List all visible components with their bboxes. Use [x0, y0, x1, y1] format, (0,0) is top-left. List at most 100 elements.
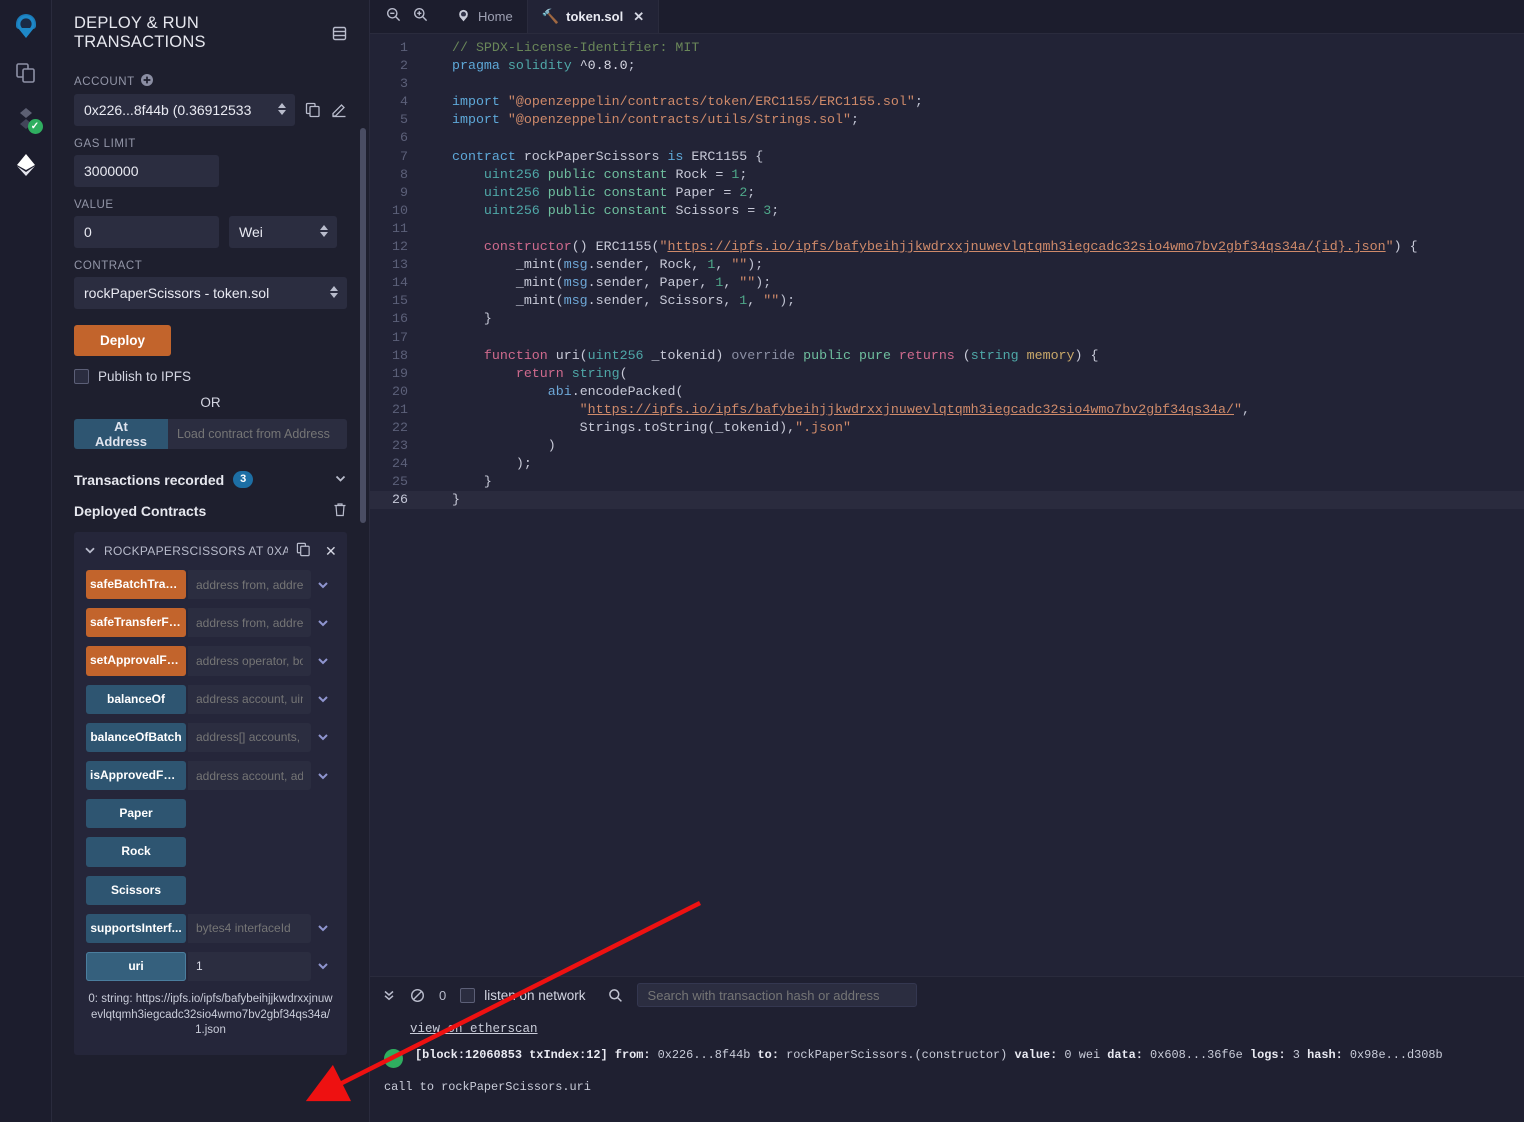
close-icon[interactable]: ✕: [319, 543, 337, 560]
code-line[interactable]: 4import "@openzeppelin/contracts/token/E…: [370, 93, 1524, 111]
code-line[interactable]: 10 uint256 public constant Scissors = 3;: [370, 202, 1524, 220]
code-editor[interactable]: 1// SPDX-License-Identifier: MIT2pragma …: [370, 34, 1524, 976]
function-button-supportsinterf[interactable]: supportsInterf...: [86, 914, 186, 943]
code-line[interactable]: 16 }: [370, 310, 1524, 328]
close-icon[interactable]: ✕: [633, 9, 644, 25]
rail-item-solidity-compiler[interactable]: ✓: [0, 96, 52, 142]
function-button-paper[interactable]: Paper: [86, 799, 186, 828]
code-line[interactable]: 14 _mint(msg.sender, Paper, 1, "");: [370, 274, 1524, 292]
function-input-supportsinterf[interactable]: [188, 914, 311, 943]
function-button-uri[interactable]: uri: [86, 952, 186, 981]
rail-item-deploy-run[interactable]: [0, 142, 52, 188]
chevrons-down-icon[interactable]: [382, 988, 396, 1002]
edit-account-icon[interactable]: [331, 102, 347, 118]
tab-home[interactable]: Home: [442, 0, 528, 33]
function-button-scissors[interactable]: Scissors: [86, 876, 186, 905]
code-line[interactable]: 21 "https://ipfs.io/ipfs/bafybeihjjkwdrx…: [370, 401, 1524, 419]
no-entry-icon[interactable]: [410, 988, 425, 1003]
publish-ipfs-checkbox[interactable]: [74, 369, 89, 384]
transactions-recorded-label: Transactions recorded: [74, 472, 224, 488]
code-line[interactable]: 9 uint256 public constant Paper = 2;: [370, 184, 1524, 202]
trash-icon[interactable]: [333, 502, 347, 520]
function-input-uri[interactable]: [188, 952, 311, 981]
function-expand-chevron-icon[interactable]: [311, 723, 335, 752]
transactions-recorded-row[interactable]: Transactions recorded 3: [74, 471, 347, 488]
code-line[interactable]: 13 _mint(msg.sender, Rock, 1, "");: [370, 256, 1524, 274]
function-expand-chevron-icon[interactable]: [311, 646, 335, 675]
code-line[interactable]: 8 uint256 public constant Rock = 1;: [370, 166, 1524, 184]
search-icon[interactable]: [608, 988, 623, 1003]
code-line[interactable]: 2pragma solidity ^0.8.0;: [370, 57, 1524, 75]
code-line[interactable]: 24 );: [370, 455, 1524, 473]
line-number: 16: [370, 310, 418, 328]
function-expand-chevron-icon[interactable]: [311, 914, 335, 943]
rail-item-file-explorer[interactable]: [0, 50, 52, 96]
deploy-button[interactable]: Deploy: [74, 325, 171, 356]
line-number: 10: [370, 202, 418, 220]
plus-circle-icon[interactable]: [141, 74, 153, 89]
publish-ipfs-row[interactable]: Publish to IPFS: [74, 369, 347, 384]
function-button-balanceofbatch[interactable]: balanceOfBatch: [86, 723, 186, 752]
code-line[interactable]: 7contract rockPaperScissors is ERC1155 {: [370, 148, 1524, 166]
at-address-input[interactable]: [168, 419, 347, 449]
code-line[interactable]: 17: [370, 329, 1524, 347]
chevron-down-icon[interactable]: [334, 472, 347, 488]
function-button-safebatchtran[interactable]: safeBatchTran...: [86, 570, 186, 599]
tab-token-sol[interactable]: 🔨 token.sol ✕: [528, 0, 659, 33]
code-line[interactable]: 22 Strings.toString(_tokenid),".json": [370, 419, 1524, 437]
function-expand-chevron-icon[interactable]: [311, 608, 335, 637]
code-line[interactable]: 6: [370, 129, 1524, 147]
function-input-balanceofbatch[interactable]: [188, 723, 311, 752]
function-button-balanceof[interactable]: balanceOf: [86, 685, 186, 714]
function-button-safetransferfr[interactable]: safeTransferFr...: [86, 608, 186, 637]
at-address-button[interactable]: At Address: [74, 419, 168, 449]
account-select[interactable]: [74, 94, 295, 126]
zoom-in-icon[interactable]: [413, 7, 428, 27]
value-input[interactable]: [74, 216, 219, 248]
listen-on-network-row[interactable]: listen on network: [460, 988, 585, 1003]
listen-on-network-checkbox[interactable]: [460, 988, 475, 1003]
code-line[interactable]: 26}: [370, 491, 1524, 509]
terminal-log[interactable]: view on etherscan ✓ [block:12060853 txIn…: [370, 1013, 1524, 1122]
copy-address-icon[interactable]: [296, 542, 311, 560]
function-button-isapprovedfor[interactable]: isApprovedFor...: [86, 761, 186, 790]
code-line[interactable]: 19 return string(: [370, 365, 1524, 383]
code-line[interactable]: 1// SPDX-License-Identifier: MIT: [370, 39, 1524, 57]
code-line[interactable]: 23 ): [370, 437, 1524, 455]
code-line[interactable]: 15 _mint(msg.sender, Scissors, 1, "");: [370, 292, 1524, 310]
value-unit-select[interactable]: [229, 216, 337, 248]
code-line[interactable]: 5import "@openzeppelin/contracts/utils/S…: [370, 111, 1524, 129]
panel-scroll-area[interactable]: DEPLOY & RUN TRANSACTIONS ACCOUNT: [52, 0, 369, 1122]
function-expand-chevron-icon[interactable]: [311, 570, 335, 599]
copy-account-icon[interactable]: [305, 102, 321, 118]
code-line[interactable]: 18 function uri(uint256 _tokenid) overri…: [370, 347, 1524, 365]
function-input-safebatchtran[interactable]: [188, 570, 311, 599]
function-expand-chevron-icon[interactable]: [311, 685, 335, 714]
gas-limit-input[interactable]: [74, 155, 219, 187]
panel-scrollbar[interactable]: [360, 128, 366, 523]
transaction-log-entry[interactable]: ✓ [block:12060853 txIndex:12] from: 0x22…: [370, 1048, 1524, 1068]
code-line[interactable]: 25 }: [370, 473, 1524, 491]
function-button-setapprovalfo[interactable]: setApprovalFo...: [86, 646, 186, 675]
code-line[interactable]: 3: [370, 75, 1524, 93]
contract-select[interactable]: [74, 277, 347, 309]
zoom-out-icon[interactable]: [386, 7, 401, 27]
function-button-rock[interactable]: Rock: [86, 837, 186, 866]
function-input-setapprovalfo[interactable]: [188, 646, 311, 675]
function-input-balanceof[interactable]: [188, 685, 311, 714]
rail-item-remix-logo[interactable]: [0, 4, 52, 50]
function-input-safetransferfr[interactable]: [188, 608, 311, 637]
panel-header: DEPLOY & RUN TRANSACTIONS: [52, 0, 369, 62]
code-line[interactable]: 20 abi.encodePacked(: [370, 383, 1524, 401]
main-area: Home 🔨 token.sol ✕ 1// SPDX-License-Iden…: [370, 0, 1524, 1122]
function-expand-chevron-icon[interactable]: [311, 952, 335, 981]
function-expand-chevron-icon[interactable]: [311, 761, 335, 790]
code-line[interactable]: 11: [370, 220, 1524, 238]
deployed-contract-header[interactable]: ROCKPAPERSCISSORS AT 0XA0D...4I ✕: [74, 532, 347, 570]
code-line[interactable]: 12 constructor() ERC1155("https://ipfs.i…: [370, 238, 1524, 256]
function-input-isapprovedfor[interactable]: [188, 761, 311, 790]
caret-down-icon[interactable]: [84, 544, 96, 559]
view-on-etherscan-link[interactable]: view on etherscan: [370, 1022, 538, 1036]
panel-layout-icon[interactable]: [332, 26, 347, 41]
transaction-search-input[interactable]: [637, 983, 917, 1007]
